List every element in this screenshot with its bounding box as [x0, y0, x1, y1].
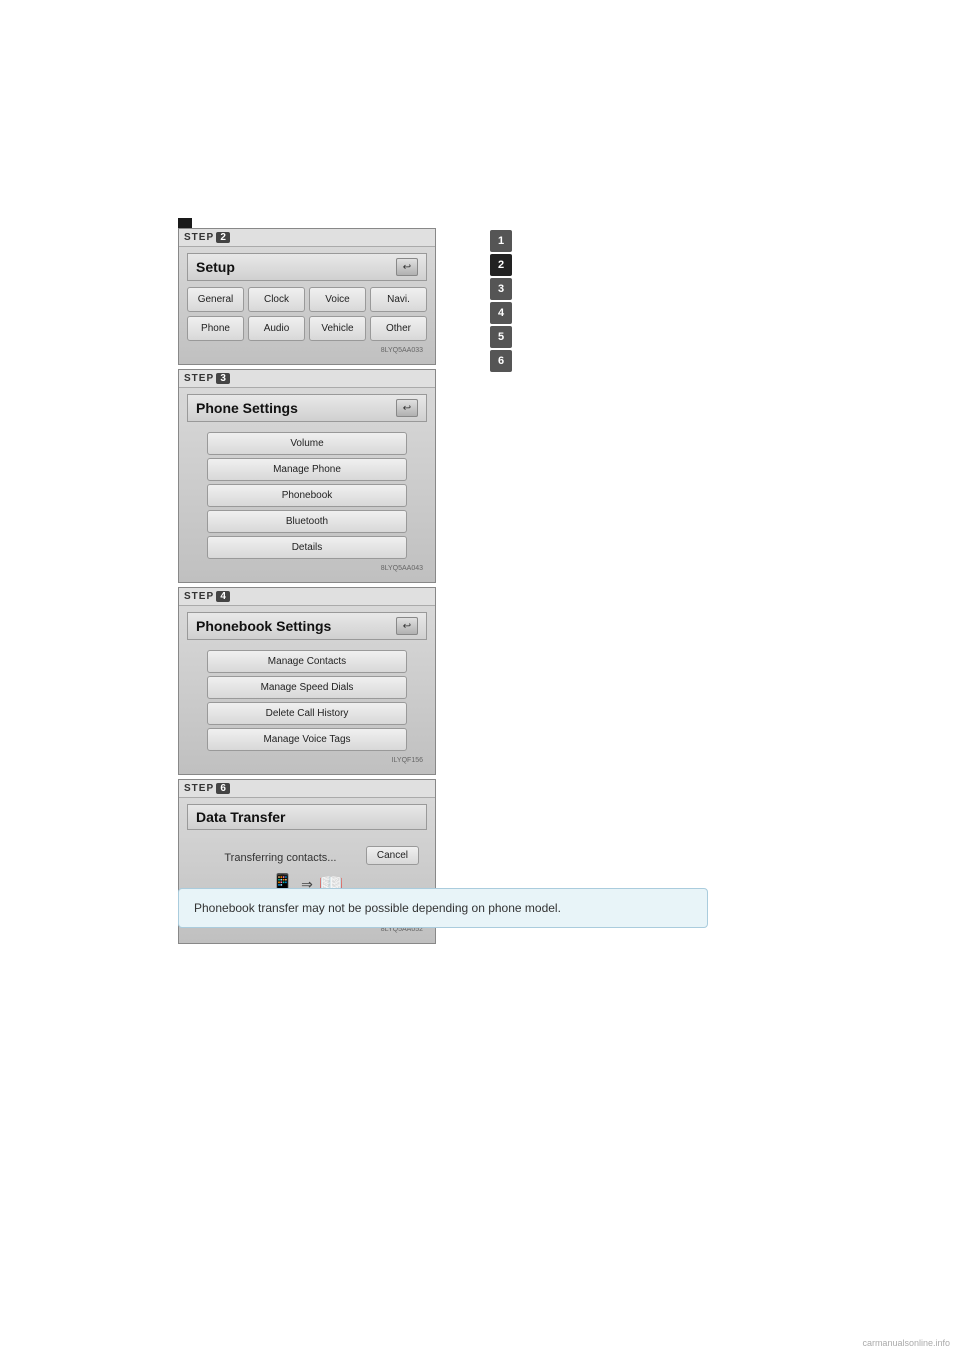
- step4-number: 4: [216, 591, 230, 602]
- step4-imgcode: ILYQF156: [187, 755, 427, 766]
- step3-title-bar: Phone Settings ↩: [187, 394, 427, 422]
- step4-label: STEP 4: [179, 588, 435, 606]
- step2-content: Setup ↩ General Clock Voice Navi. Phone …: [179, 247, 435, 364]
- other-button[interactable]: Other: [370, 316, 427, 341]
- step3-label: STEP 3: [179, 370, 435, 388]
- step3-content: Phone Settings ↩ Volume Manage Phone Pho…: [179, 388, 435, 582]
- tab-5[interactable]: 5: [490, 326, 512, 348]
- tab-3[interactable]: 3: [490, 278, 512, 300]
- info-text: Phonebook transfer may not be possible d…: [194, 901, 561, 915]
- step4-panel: STEP 4 Phonebook Settings ↩ Manage Conta…: [178, 587, 436, 775]
- step3-prefix: STEP: [184, 373, 214, 384]
- cancel-button[interactable]: Cancel: [366, 846, 419, 865]
- step3-title: Phone Settings: [196, 400, 298, 416]
- step6-title-bar: Data Transfer: [187, 804, 427, 830]
- phonebook-button[interactable]: Phonebook: [207, 484, 407, 507]
- clock-button[interactable]: Clock: [248, 287, 305, 312]
- watermark: carmanualsonline.info: [862, 1338, 950, 1348]
- step4-title: Phonebook Settings: [196, 618, 331, 634]
- info-box: Phonebook transfer may not be possible d…: [178, 888, 708, 928]
- step2-number: 2: [216, 232, 230, 243]
- step2-label: STEP 2: [179, 229, 435, 247]
- audio-button[interactable]: Audio: [248, 316, 305, 341]
- phonebook-settings-menu: Manage Contacts Manage Speed Dials Delet…: [187, 646, 427, 755]
- navi-button[interactable]: Navi.: [370, 287, 427, 312]
- step6-prefix: STEP: [184, 783, 214, 794]
- step3-imgcode: 8LYQ5AA043: [187, 563, 427, 574]
- screens-container: STEP 2 Setup ↩ General Clock Voice Navi.…: [178, 228, 436, 948]
- step4-title-bar: Phonebook Settings ↩: [187, 612, 427, 640]
- step6-title: Data Transfer: [196, 809, 285, 825]
- step4-content: Phonebook Settings ↩ Manage Contacts Man…: [179, 606, 435, 774]
- manage-speed-dials-button[interactable]: Manage Speed Dials: [207, 676, 407, 699]
- phone-settings-menu: Volume Manage Phone Phonebook Bluetooth …: [187, 428, 427, 563]
- manage-phone-button[interactable]: Manage Phone: [207, 458, 407, 481]
- general-button[interactable]: General: [187, 287, 244, 312]
- voice-button[interactable]: Voice: [309, 287, 366, 312]
- tab-2[interactable]: 2: [490, 254, 512, 276]
- tab-4[interactable]: 4: [490, 302, 512, 324]
- delete-call-history-button[interactable]: Delete Call History: [207, 702, 407, 725]
- step2-panel: STEP 2 Setup ↩ General Clock Voice Navi.…: [178, 228, 436, 365]
- step6-label: STEP 6: [179, 780, 435, 798]
- step6-number: 6: [216, 783, 230, 794]
- vehicle-button[interactable]: Vehicle: [309, 316, 366, 341]
- tab-6[interactable]: 6: [490, 350, 512, 372]
- step3-panel: STEP 3 Phone Settings ↩ Volume Manage Ph…: [178, 369, 436, 583]
- side-navigation: 1 2 3 4 5 6: [490, 230, 512, 372]
- tab-1[interactable]: 1: [490, 230, 512, 252]
- volume-button[interactable]: Volume: [207, 432, 407, 455]
- step2-imgcode: 8LYQ5AA033: [187, 345, 427, 356]
- phone-button[interactable]: Phone: [187, 316, 244, 341]
- setup-grid: General Clock Voice Navi. Phone Audio Ve…: [187, 287, 427, 341]
- manage-contacts-button[interactable]: Manage Contacts: [207, 650, 407, 673]
- manage-voice-tags-button[interactable]: Manage Voice Tags: [207, 728, 407, 751]
- step4-back-button[interactable]: ↩: [396, 617, 418, 635]
- step2-title-bar: Setup ↩: [187, 253, 427, 281]
- step3-back-button[interactable]: ↩: [396, 399, 418, 417]
- step2-title: Setup: [196, 259, 235, 275]
- step2-back-button[interactable]: ↩: [396, 258, 418, 276]
- details-button[interactable]: Details: [207, 536, 407, 559]
- step4-prefix: STEP: [184, 591, 214, 602]
- step3-number: 3: [216, 373, 230, 384]
- step2-prefix: STEP: [184, 232, 214, 243]
- bluetooth-button[interactable]: Bluetooth: [207, 510, 407, 533]
